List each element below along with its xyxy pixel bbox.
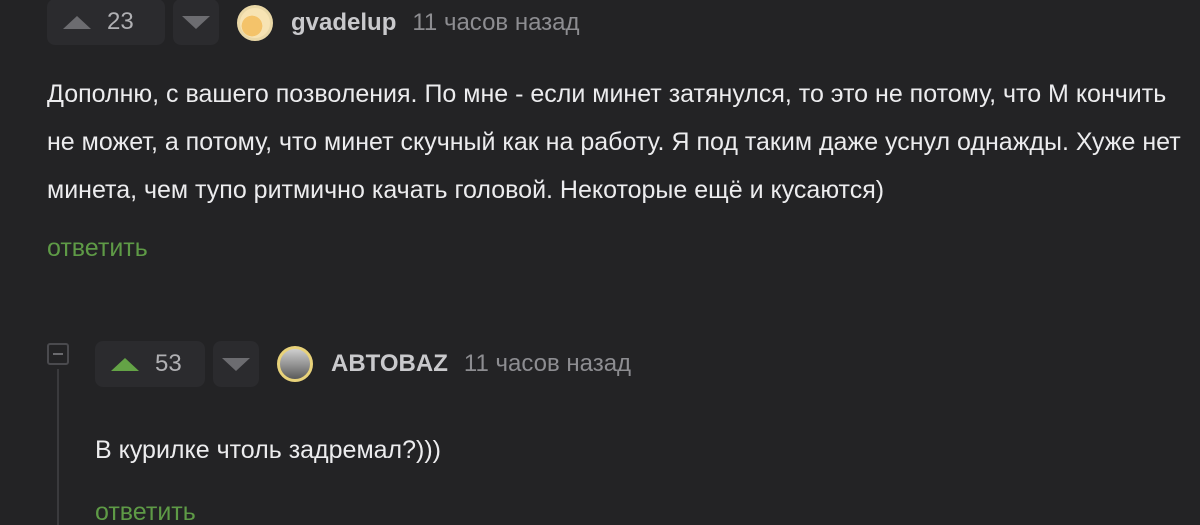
rating-value: 23 <box>107 8 134 35</box>
comment: 53 ABTOBAZ 11 часов назад В курилке чтол… <box>95 338 1195 525</box>
comment-timestamp[interactable]: 11 часов назад <box>464 350 631 378</box>
comment-text: В курилке чтоль задремал?))) <box>95 436 442 464</box>
user-avatar-icon[interactable] <box>277 346 313 382</box>
downvote-button[interactable] <box>213 341 259 387</box>
rating-box: 53 <box>95 341 205 387</box>
comment-header: 23 gvadelup 11 часов назад <box>47 0 1197 52</box>
user-avatar-icon[interactable] <box>237 5 273 41</box>
upvote-arrow-icon[interactable] <box>63 15 91 29</box>
minus-icon <box>53 353 63 355</box>
username[interactable]: ABTOBAZ <box>331 350 448 378</box>
username[interactable]: gvadelup <box>291 9 396 37</box>
rating-value: 53 <box>155 350 182 377</box>
downvote-arrow-icon <box>222 357 250 371</box>
reply-button[interactable]: ответить <box>95 498 1195 525</box>
upvote-arrow-icon[interactable] <box>111 357 139 371</box>
comment-timestamp[interactable]: 11 часов назад <box>412 9 579 37</box>
rating-box: 23 <box>47 0 165 45</box>
downvote-button[interactable] <box>173 0 219 45</box>
comment-text: Дополню, с вашего позволения. По мне - е… <box>47 80 1181 204</box>
collapse-thread-button[interactable] <box>47 343 69 365</box>
reply-button[interactable]: ответить <box>47 234 1197 263</box>
downvote-arrow-icon <box>182 15 210 29</box>
thread-line[interactable] <box>57 369 59 525</box>
comment: 23 gvadelup 11 часов назад Дополню, с ва… <box>47 0 1197 263</box>
comments-page: 23 gvadelup 11 часов назад Дополню, с ва… <box>0 0 1200 525</box>
comment-header: 53 ABTOBAZ 11 часов назад <box>95 338 1195 390</box>
